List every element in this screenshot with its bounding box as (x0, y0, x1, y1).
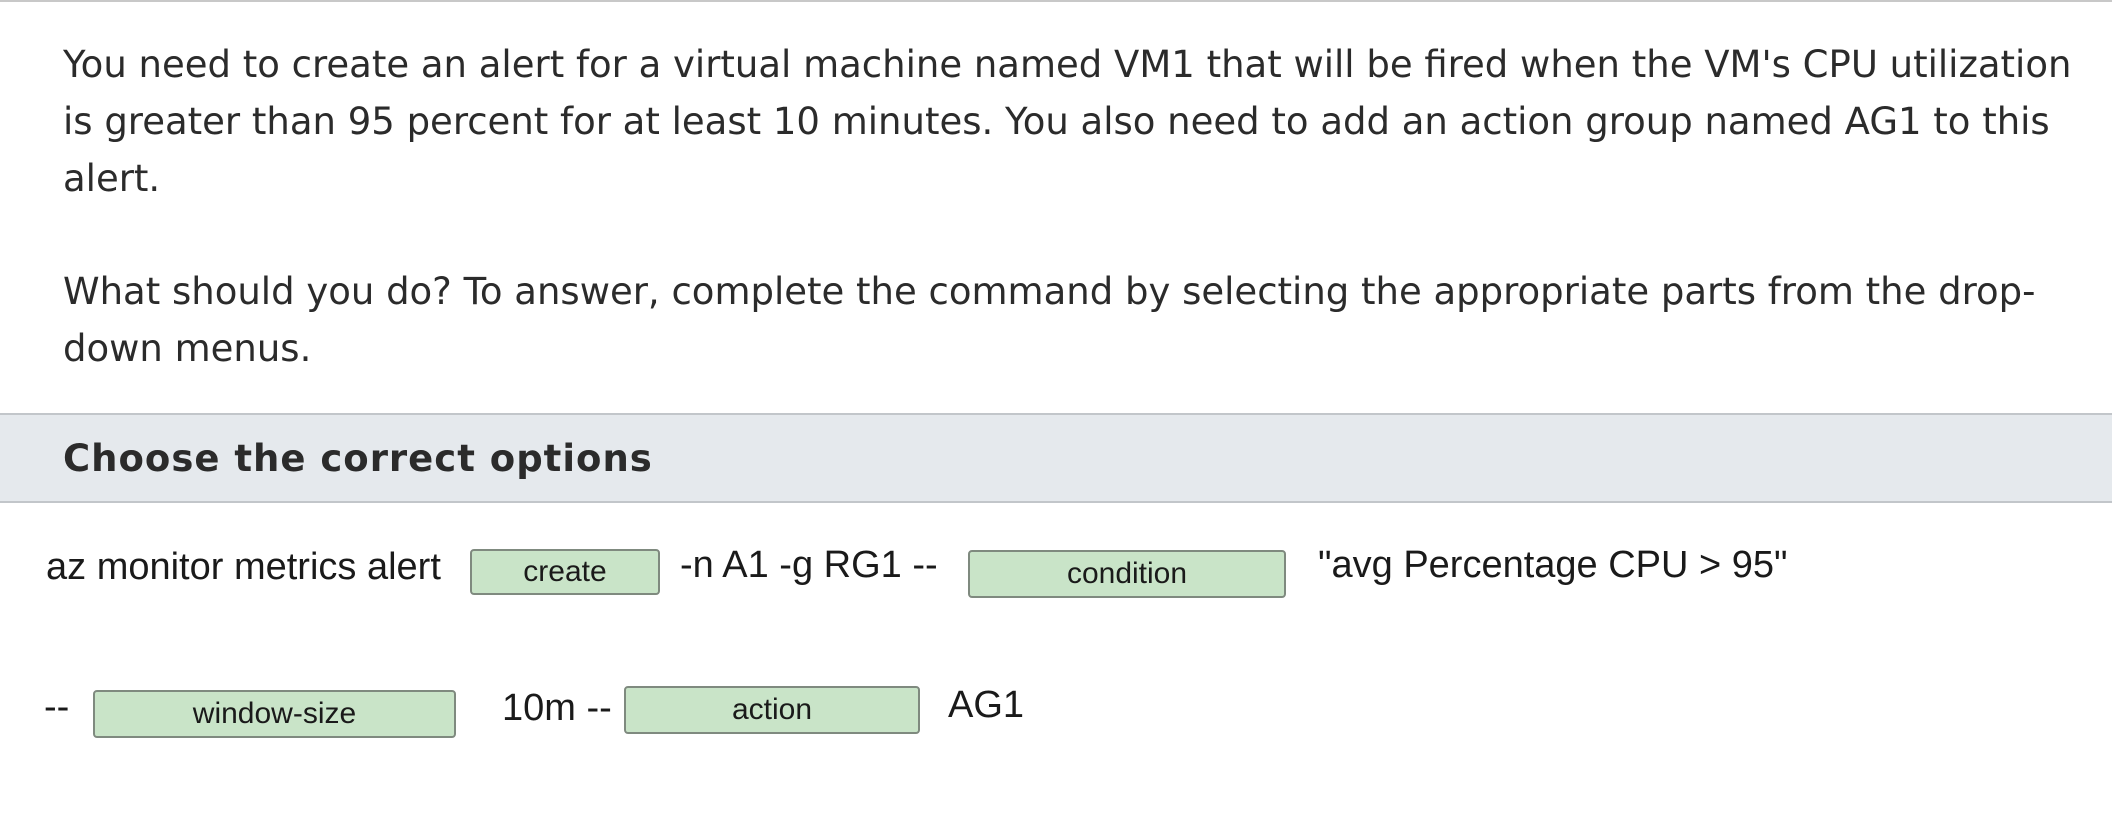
question-text: You need to create an alert for a virtua… (63, 36, 2083, 377)
command-prefix: az monitor metrics alert (46, 546, 441, 588)
condition-dropdown[interactable]: condition (968, 550, 1286, 598)
condition-expression: "avg Percentage CPU > 95" (1318, 544, 1788, 586)
window-flag-dashes: -- (44, 686, 70, 728)
action-group-name: AG1 (948, 684, 1025, 726)
options-title: Choose the correct options (63, 437, 653, 480)
window-size-dropdown[interactable]: window-size (93, 690, 456, 738)
question-paragraph-1: You need to create an alert for a virtua… (63, 43, 2072, 200)
window-value: 10m -- (502, 687, 612, 729)
question-paragraph-2: What should you do? To answer, complete … (63, 270, 2036, 370)
options-header: Choose the correct options (0, 413, 2112, 503)
verb-dropdown[interactable]: create (470, 549, 660, 595)
action-dropdown[interactable]: action (624, 686, 920, 734)
top-divider (0, 0, 2112, 2)
command-name-group: -n A1 -g RG1 -- (680, 544, 938, 586)
